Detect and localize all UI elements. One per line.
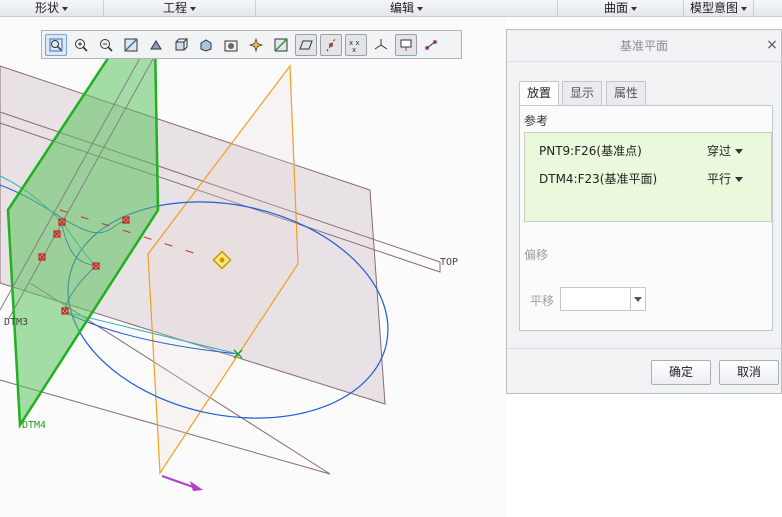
perspective-icon[interactable]: [245, 34, 267, 56]
ribbon-group-bar: 形状 工程 编辑 曲面 模型意图: [0, 0, 782, 17]
constraint-value: 穿过: [707, 144, 732, 158]
list-item[interactable]: DTM4:F23(基准平面) 平行: [539, 170, 759, 190]
refit-icon[interactable]: [45, 33, 67, 56]
chevron-down-icon: [417, 6, 423, 11]
model-graphics: [0, 38, 441, 491]
menu-shape-label: 形状: [34, 1, 59, 15]
chevron-down-icon: [631, 6, 637, 11]
close-icon[interactable]: ×: [765, 38, 779, 52]
divider: [507, 348, 781, 349]
tab-properties[interactable]: 属性: [606, 81, 647, 105]
chevron-down-icon: [190, 6, 196, 11]
chevron-down-icon: [62, 6, 68, 11]
menu-model-intent-label: 模型意图: [689, 1, 738, 15]
menu-edit[interactable]: 编辑: [256, 0, 558, 17]
placement-panel: 参考 PNT9:F26(基准点) 穿过 DTM4:F23(基准平面) 平行 偏移…: [519, 105, 773, 331]
reference-name: DTM4:F23(基准平面): [539, 172, 658, 186]
dialog-title: 基准平面: [507, 30, 781, 62]
zoom-out-icon[interactable]: [95, 34, 117, 56]
translate-input[interactable]: [560, 287, 646, 311]
translate-label: 平移: [530, 294, 555, 308]
offset-label: 偏移: [524, 248, 549, 262]
constraint-value: 平行: [707, 172, 732, 186]
direction-arrow[interactable]: [161, 475, 203, 491]
menu-surface[interactable]: 曲面: [558, 0, 684, 17]
menu-edit-label: 编辑: [389, 1, 414, 15]
datum-plane-dialog: 基准平面 × 放置 显示 属性 参考 PNT9:F26(基准点) 穿过 DTM4…: [506, 29, 782, 394]
list-item[interactable]: PNT9:F26(基准点) 穿过: [539, 142, 759, 162]
menu-engineering[interactable]: 工程: [104, 0, 256, 17]
repaint-icon[interactable]: [120, 34, 142, 56]
menu-engineering-label: 工程: [162, 1, 187, 15]
view-manager-icon[interactable]: [220, 34, 242, 56]
constraint-dropdown[interactable]: 平行: [707, 170, 744, 187]
display-style-icon[interactable]: [145, 34, 167, 56]
axis-display-icon[interactable]: [320, 33, 342, 56]
saved-orientations-icon[interactable]: [170, 34, 192, 56]
tab-display[interactable]: 显示: [562, 81, 603, 105]
translate-dropdown[interactable]: [630, 288, 645, 310]
references-label: 参考: [524, 114, 549, 128]
chevron-down-icon: [741, 6, 747, 11]
plane-display-icon[interactable]: [295, 33, 317, 56]
graphics-toolbar: x xx: [41, 30, 462, 59]
reference-name: PNT9:F26(基准点): [539, 144, 642, 158]
chevron-down-icon: [735, 149, 744, 154]
chevron-down-icon: [634, 296, 642, 302]
csys-display-icon[interactable]: [370, 34, 392, 56]
dtm3-plane-label: DTM3: [4, 317, 29, 328]
cancel-button[interactable]: 取消: [719, 360, 779, 385]
section-icon[interactable]: [270, 34, 292, 56]
annotation-display-icon[interactable]: [395, 33, 417, 56]
tab-placement[interactable]: 放置: [519, 81, 560, 106]
references-list[interactable]: PNT9:F26(基准点) 穿过 DTM4:F23(基准平面) 平行: [524, 132, 772, 222]
menu-model-intent[interactable]: 模型意图: [684, 0, 754, 17]
constraint-dropdown[interactable]: 穿过: [707, 142, 744, 159]
spin-center-icon[interactable]: [420, 34, 442, 56]
ok-button[interactable]: 确定: [651, 360, 711, 385]
named-views-icon[interactable]: [195, 34, 217, 56]
svg-text:x: x: [352, 46, 356, 53]
top-plane-label: TOP: [440, 257, 459, 268]
point-display-icon[interactable]: x xx: [345, 33, 367, 56]
graphics-viewport[interactable]: TOP DTM3 DTM4: [0, 17, 506, 517]
menu-surface-label: 曲面: [603, 1, 628, 15]
menu-shape[interactable]: 形状: [0, 0, 104, 17]
dtm4-plane-label: DTM4: [22, 420, 47, 431]
zoom-in-icon[interactable]: [70, 34, 92, 56]
chevron-down-icon: [735, 177, 744, 182]
